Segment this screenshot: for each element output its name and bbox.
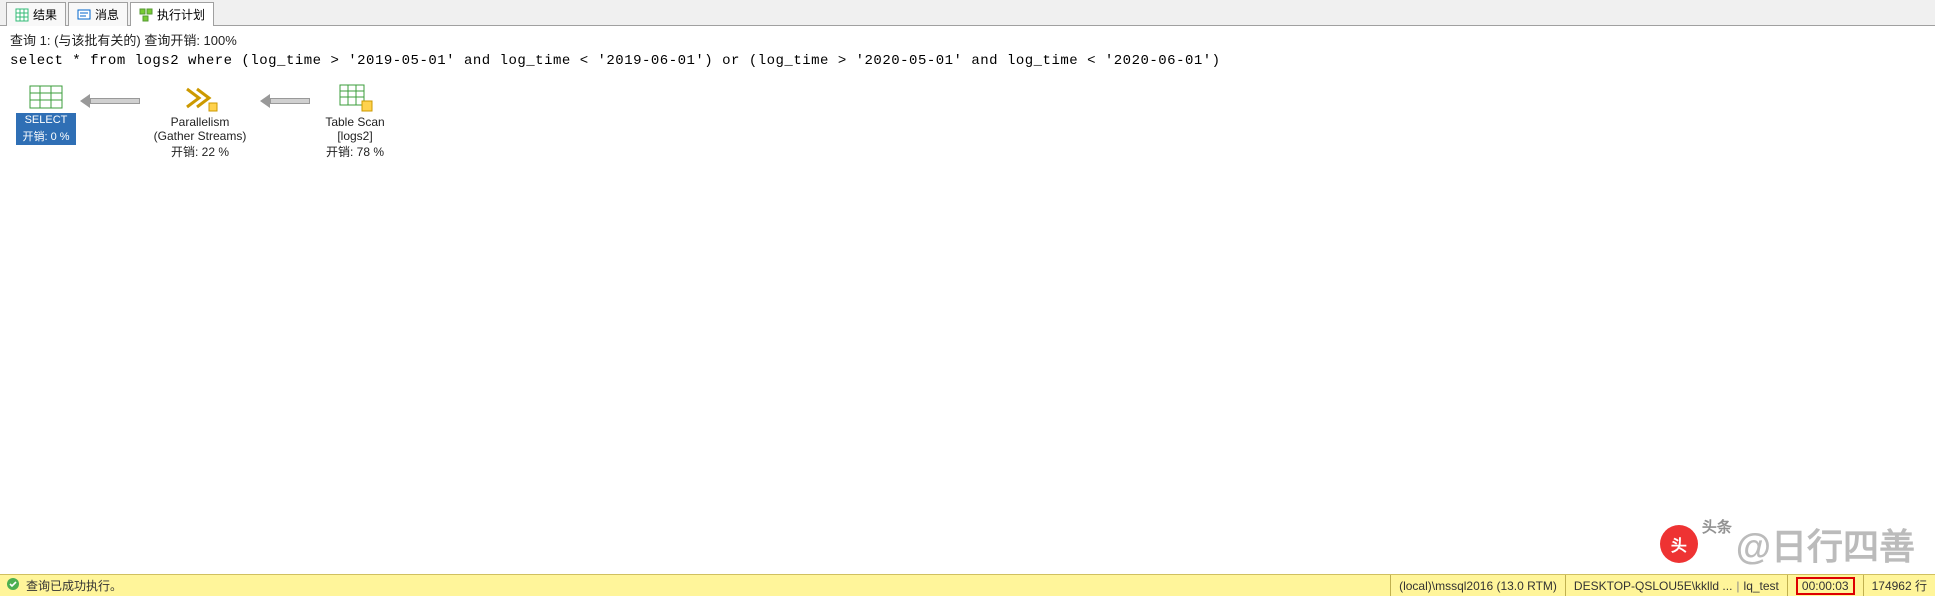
tablescan-cost: 开销: 78 % [310, 143, 400, 160]
select-icon [27, 83, 65, 113]
tab-messages[interactable]: 消息 [68, 2, 128, 26]
select-label: SELECT [16, 113, 76, 127]
watermark: 头 头条 @日行四善 [1660, 518, 1915, 570]
tab-plan-label: 执行计划 [157, 6, 205, 23]
plan-node-select[interactable]: SELECT 开销: 0 % [16, 83, 76, 145]
status-rows: 174962 行 [1863, 575, 1935, 596]
grid-icon [15, 8, 29, 22]
result-tabs: 结果 消息 执行计划 [0, 0, 1935, 26]
tab-results-label: 结果 [33, 6, 57, 23]
plan-arrow [80, 97, 140, 105]
tab-results[interactable]: 结果 [6, 2, 66, 26]
plan-arrow [260, 97, 310, 105]
sql-text: select * from logs2 where (log_time > '2… [0, 51, 1935, 77]
plan-icon [139, 8, 153, 22]
parallelism-title: Parallelism [140, 115, 260, 129]
status-message: 查询已成功执行。 [26, 577, 122, 594]
parallelism-sub: (Gather Streams) [140, 129, 260, 143]
watermark-small: 头条 [1702, 516, 1732, 537]
success-icon [6, 577, 20, 594]
parallelism-icon [181, 83, 219, 113]
tablescan-title: Table Scan [310, 115, 400, 129]
tablescan-icon [336, 83, 374, 113]
parallelism-cost: 开销: 22 % [140, 143, 260, 160]
tab-messages-label: 消息 [95, 6, 119, 23]
plan-node-tablescan[interactable]: Table Scan [logs2] 开销: 78 % [310, 83, 400, 160]
select-cost: 开销: 0 % [16, 127, 76, 145]
status-time: 00:00:03 [1787, 575, 1863, 596]
status-server: (local)\mssql2016 (13.0 RTM) [1390, 575, 1565, 596]
watermark-text: @日行四善 [1736, 518, 1915, 570]
query-header: 查询 1: (与该批有关的) 查询开销: 100% [0, 26, 1935, 51]
elapsed-time: 00:00:03 [1796, 577, 1855, 595]
status-user: DESKTOP-QSLOU5E\kklld ... | lq_test [1565, 575, 1787, 596]
plan-node-parallelism[interactable]: Parallelism (Gather Streams) 开销: 22 % [140, 83, 260, 160]
tab-execution-plan[interactable]: 执行计划 [130, 2, 214, 26]
status-bar: 查询已成功执行。 (local)\mssql2016 (13.0 RTM) DE… [0, 574, 1935, 596]
tablescan-sub: [logs2] [310, 129, 400, 143]
message-icon [77, 8, 91, 22]
watermark-logo-icon: 头 [1660, 525, 1698, 563]
execution-plan-canvas[interactable]: SELECT 开销: 0 % Parallelism (Gather Strea… [0, 77, 1935, 517]
